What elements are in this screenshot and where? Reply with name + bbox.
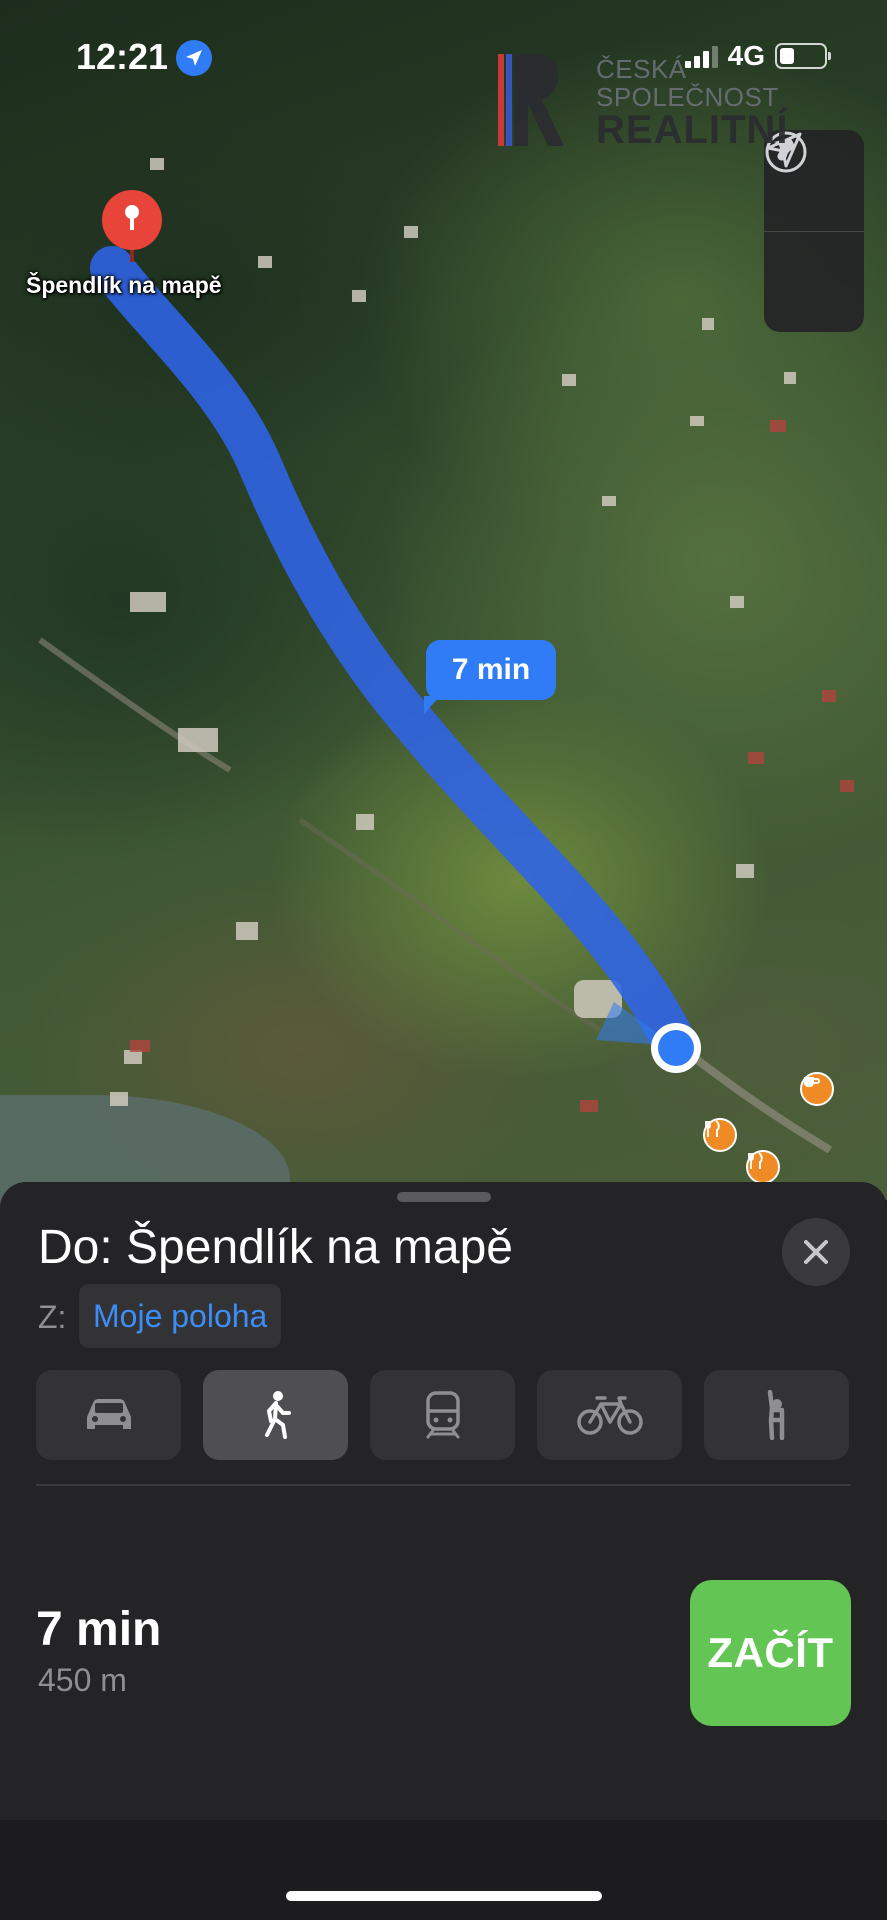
mode-rideshare-button[interactable] <box>704 1370 849 1460</box>
mode-transit-button[interactable] <box>370 1370 515 1460</box>
coffee-icon[interactable] <box>800 1072 834 1106</box>
transport-mode-selector <box>36 1370 851 1460</box>
restaurant-icon[interactable] <box>746 1150 780 1184</box>
satellite-map[interactable]: Špendlík na mapě 7 min <box>0 0 887 1235</box>
from-label: Z: <box>38 1299 67 1335</box>
walking-route-line[interactable] <box>90 246 698 1068</box>
route-time-bubble[interactable]: 7 min <box>424 640 556 714</box>
mode-driving-button[interactable] <box>36 1370 181 1460</box>
start-navigation-button[interactable]: ZAČÍT <box>690 1580 851 1726</box>
mode-cycling-button[interactable] <box>537 1370 682 1460</box>
status-time: 12:21 <box>76 36 169 77</box>
recenter-location-button[interactable] <box>764 132 864 332</box>
watermark-text-1: ČESKÁ <box>596 54 687 84</box>
route-distance: 450 m <box>38 1662 127 1698</box>
route-time-label: 7 min <box>451 653 531 686</box>
directions-sheet: Do: Špendlík na mapě Z: Moje poloha 7 mi… <box>0 1182 887 1920</box>
close-icon <box>804 1240 828 1264</box>
bicycle-icon <box>576 1396 643 1435</box>
red-roofs <box>130 420 854 1112</box>
map-overlay <box>38 158 854 1154</box>
origin-value: Moje poloha <box>93 1297 268 1334</box>
walking-icon <box>264 1391 291 1439</box>
destination-title: Do: Špendlík na mapě <box>38 1221 513 1274</box>
destination-pin-label[interactable]: Špendlík na mapě <box>26 272 222 299</box>
section-divider <box>36 1484 851 1486</box>
route-duration: 7 min <box>36 1603 162 1656</box>
restaurant-icon[interactable] <box>703 1118 737 1152</box>
realty-logo <box>498 54 564 146</box>
bottom-safe-area <box>0 1820 887 1920</box>
watermark-text-3: REALITNÍ <box>596 108 789 152</box>
home-indicator[interactable] <box>286 1891 602 1901</box>
car-icon <box>86 1399 131 1429</box>
origin-field[interactable]: Moje poloha <box>79 1284 282 1348</box>
close-button[interactable] <box>782 1218 850 1286</box>
start-button-label: ZAČÍT <box>707 1629 834 1676</box>
mode-walking-button[interactable] <box>203 1370 348 1460</box>
transit-icon <box>425 1391 460 1439</box>
realty-watermark: ČESKÁ SPOLEČNOST REALITNÍ <box>496 52 806 152</box>
map-controls <box>764 130 864 332</box>
rideshare-icon <box>767 1390 784 1440</box>
location-services-icon <box>176 40 212 76</box>
buildings <box>110 158 796 1106</box>
sheet-grabber[interactable] <box>397 1192 491 1202</box>
